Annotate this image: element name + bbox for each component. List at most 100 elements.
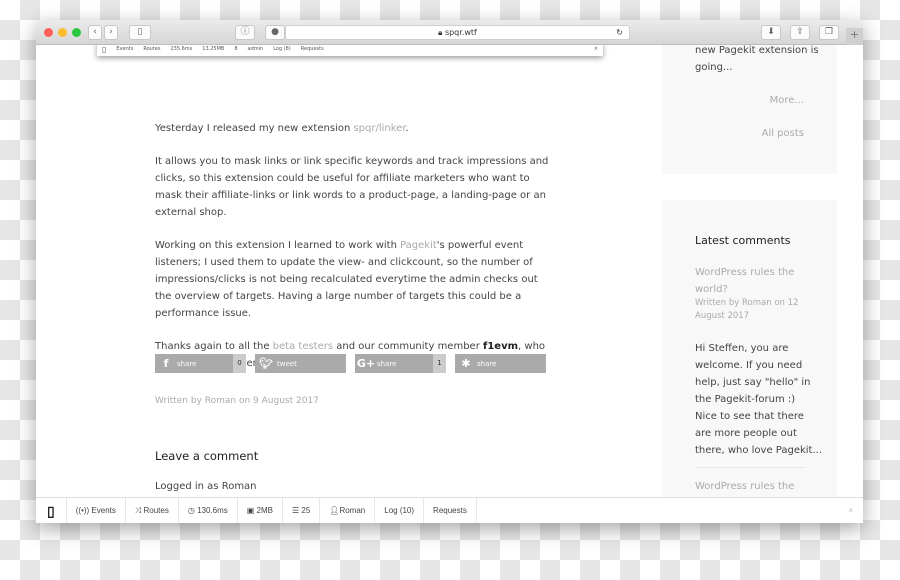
debug-toolbar: ▯ ((•)) Events ⤨ Routes ◷ 130.6ms ▣ 2MB … (36, 497, 863, 523)
broadcast-icon: ((•)) (75, 505, 92, 515)
debug-queries[interactable]: ☰ 25 (283, 497, 321, 523)
debug-user[interactable]: 👤︎Roman (320, 497, 376, 523)
comment-post-link[interactable]: world? (695, 281, 728, 298)
text: Yesterday I released my new extension (155, 123, 354, 134)
mini-user[interactable]: admin (243, 46, 269, 52)
text: Thanks again to all the (155, 341, 273, 352)
label: tweet (277, 359, 297, 368)
beta-testers-link[interactable]: beta testers (273, 341, 333, 352)
mini-log[interactable]: Log (8) (268, 46, 296, 52)
article-body: Yesterday I released my new extension sp… (155, 120, 550, 388)
debug-time[interactable]: ◷ 130.6ms (179, 497, 238, 523)
label: share (377, 359, 397, 368)
comment-post-link[interactable]: WordPress rules the (695, 478, 794, 495)
ghostery-extension-icon[interactable]: ● (265, 25, 285, 40)
label: 2MB (256, 505, 273, 515)
twitter-tweet-button[interactable]: 🐦︎ tweet (255, 354, 346, 373)
comment-text: Nice to see that there (695, 411, 804, 422)
logged-in-text: Logged in as Roman (155, 481, 257, 492)
label: Routes (143, 505, 169, 515)
latest-comments-heading: Latest comments (695, 234, 791, 247)
url-text: spqr.wtf (444, 28, 477, 37)
comment-text: help, just say "hello" in (695, 377, 811, 388)
memory-icon: ▣ (246, 505, 257, 515)
reload-icon[interactable]: ↻ (616, 26, 623, 39)
close-button[interactable] (44, 28, 53, 37)
close-icon[interactable]: × (848, 506, 863, 515)
member-name: f1evm (483, 341, 519, 352)
text: and our community member (333, 341, 483, 352)
comment-text: the Pagekit-forum :) (695, 394, 796, 405)
forward-button[interactable]: › (104, 25, 118, 40)
asterisk-icon: ✱ (461, 357, 471, 370)
mini-memory[interactable]: 13.25MB (197, 46, 229, 52)
user-icon: 👤︎ (329, 505, 340, 515)
lock-icon: 🔒︎ (438, 28, 445, 37)
sidebar-toggle-icon[interactable]: ▯ (129, 25, 151, 40)
downloads-icon[interactable]: ⬇ (761, 25, 781, 40)
comment-text: there, who love Pagekit... (695, 445, 823, 456)
google-plus-share-button[interactable]: G+ share 1 (355, 354, 446, 373)
text: 's powerful event listeners; I used them… (155, 240, 538, 319)
pagekit-logo-icon[interactable]: ▯ (36, 497, 67, 523)
clock-icon: ◷ (187, 505, 198, 515)
pagekit-logo-icon: ▯ (102, 44, 107, 54)
database-icon: ☰ (291, 505, 302, 515)
debug-requests[interactable]: Requests (424, 497, 477, 523)
article-meta: Written by Roman on 9 August 2017 (155, 396, 319, 406)
sidebar-comments-panel: Latest comments WordPress rules the worl… (662, 200, 837, 523)
sidebar-posts-panel: new Pagekit extension is going... More..… (662, 45, 837, 174)
label: share (177, 359, 197, 368)
share-count: 1 (433, 354, 446, 373)
share-icon[interactable]: ⇪ (790, 25, 810, 40)
address-bar[interactable]: 🔒︎ spqr.wtf ↻ (285, 25, 630, 40)
mini-close-icon[interactable]: × (589, 46, 603, 52)
divider (695, 467, 805, 468)
comment-text: are more people out (695, 428, 797, 439)
debug-events[interactable]: ((•)) Events (67, 497, 126, 523)
debug-log[interactable]: Log (10) (375, 497, 425, 523)
facebook-share-button[interactable]: f share 0 (155, 354, 246, 373)
mini-time[interactable]: 235.6ms (165, 46, 197, 52)
tabs-overview-icon[interactable]: ❐ (819, 25, 839, 40)
mini-requests[interactable]: Requests (296, 46, 329, 52)
pagekit-link[interactable]: Pagekit (400, 240, 437, 251)
text: Working on this extension I learned to w… (155, 240, 401, 251)
debug-memory[interactable]: ▣ 2MB (238, 497, 283, 523)
twitter-icon: 🐦︎ (259, 357, 273, 370)
browser-window: ‹ › ▯ ⓘ ● 🔒︎ spqr.wtf ↻ ⬇ ⇪ ❐ + ▯ Events … (36, 20, 863, 523)
debug-routes[interactable]: ⤨ Routes (126, 497, 179, 523)
info-extension-icon[interactable]: ⓘ (235, 25, 255, 40)
paragraph: Working on this extension I learned to w… (155, 237, 550, 322)
facebook-icon: f (163, 357, 169, 370)
mini-routes[interactable]: Routes (138, 46, 165, 52)
other-share-button[interactable]: ✱ share (455, 354, 546, 373)
paragraph: It allows you to mask links or link spec… (155, 156, 549, 218)
label: share (477, 359, 497, 368)
label: 25 (301, 505, 311, 515)
new-tab-button[interactable]: + (846, 28, 863, 45)
text: . (405, 123, 409, 134)
minimize-button[interactable] (58, 28, 67, 37)
label: Roman (339, 505, 366, 515)
label: 130.6ms (197, 505, 228, 515)
excerpt-text: going... (695, 62, 733, 73)
back-button[interactable]: ‹ (88, 25, 102, 40)
comment-meta: August 2017 (695, 311, 750, 321)
share-buttons: f share 0 🐦︎ tweet G+ share 1 ✱ share (155, 354, 546, 373)
all-posts-link[interactable]: All posts (762, 125, 804, 142)
comment-post-link[interactable]: WordPress rules the (695, 264, 794, 281)
shuffle-icon: ⤨ (134, 505, 144, 515)
comment-text: welcome. If you need (695, 360, 803, 371)
leave-comment-heading: Leave a comment (155, 449, 259, 463)
mini-events[interactable]: Events (111, 46, 138, 52)
extension-link[interactable]: spqr/linker (353, 123, 405, 134)
zoom-button[interactable] (72, 28, 81, 37)
mini-queries[interactable]: 8 (229, 46, 242, 52)
share-count: 0 (233, 354, 246, 373)
label: Events (91, 505, 116, 515)
comment-meta: Written by Roman on 12 (695, 298, 799, 308)
paragraph: Yesterday I released my new extension sp… (155, 120, 550, 137)
more-link[interactable]: More... (770, 92, 804, 109)
comment-text: Hi Steffen, you are (695, 343, 789, 354)
